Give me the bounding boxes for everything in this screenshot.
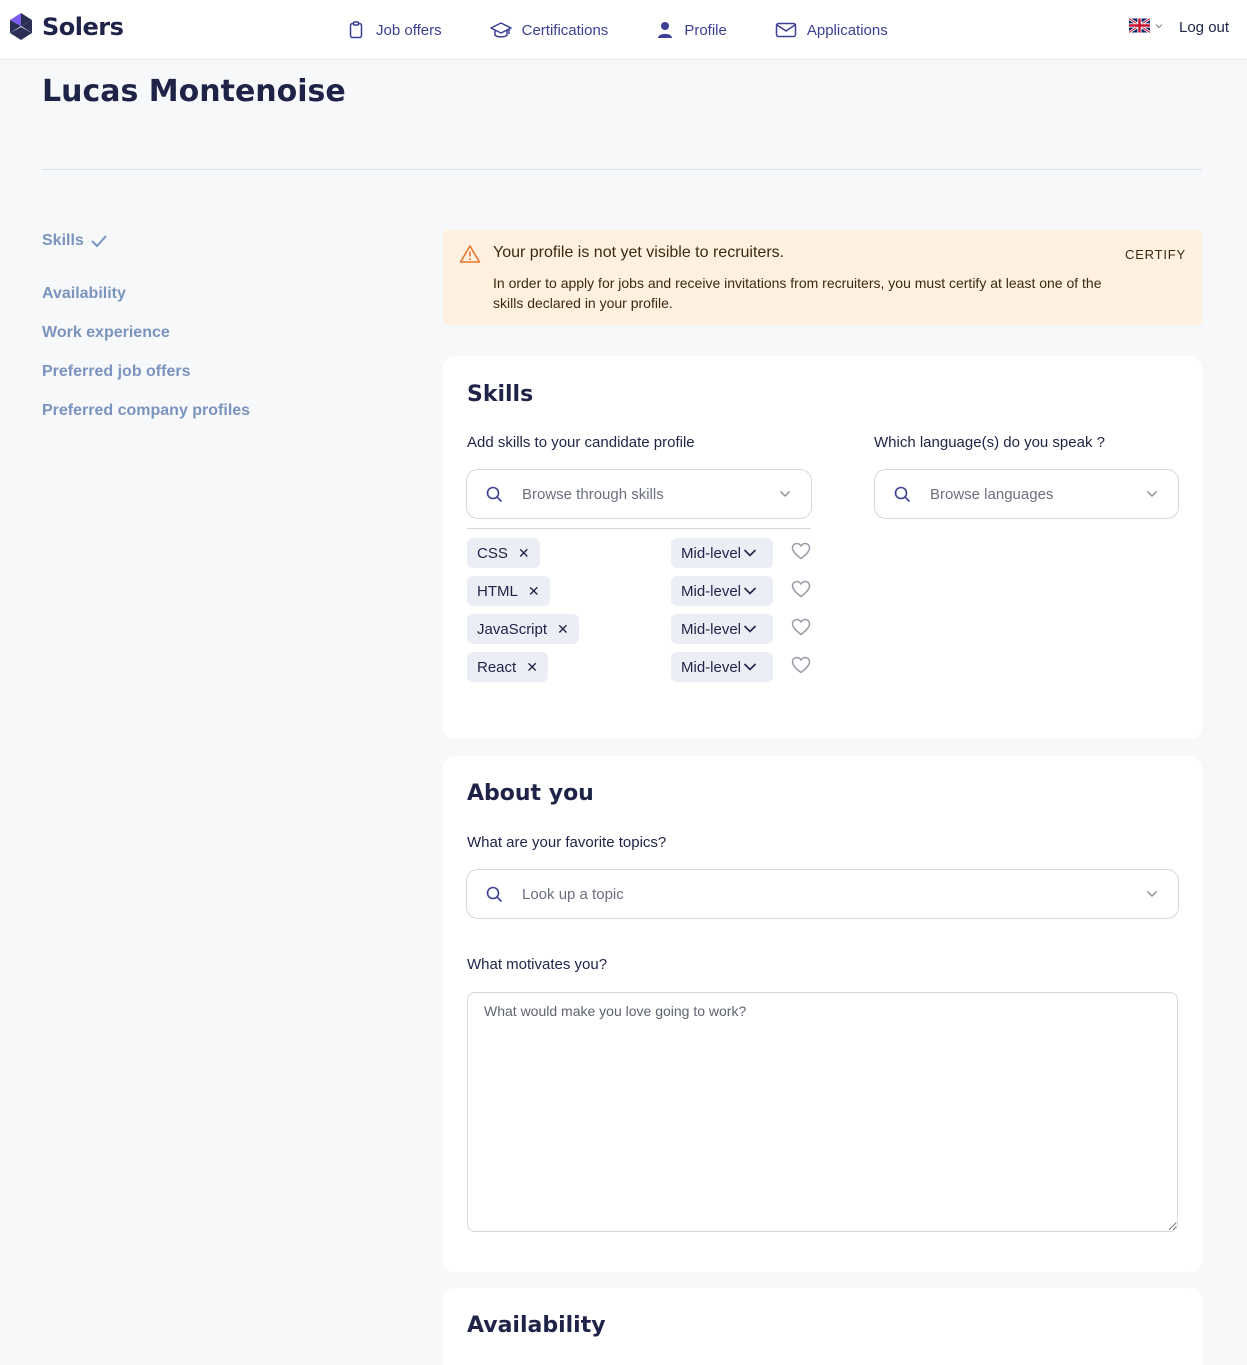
envelope-icon xyxy=(775,22,797,38)
warning-icon xyxy=(459,245,481,263)
sidebar-item-label: Availability xyxy=(42,285,126,302)
heart-icon[interactable] xyxy=(791,580,811,598)
add-skills-label: Add skills to your candidate profile xyxy=(467,434,695,451)
checkmark-icon xyxy=(91,235,107,248)
sidebar-item-label: Skills xyxy=(42,232,84,249)
skills-separator xyxy=(467,528,811,529)
skill-name: HTML xyxy=(477,582,518,600)
sidebar-item-label: Preferred job offers xyxy=(42,363,191,380)
search-icon xyxy=(486,486,503,503)
nav-profile[interactable]: Profile xyxy=(656,20,727,40)
sidebar-item-preferred-company-profiles[interactable]: Preferred company profiles xyxy=(42,386,250,436)
page-title: Lucas Montenoise xyxy=(42,74,346,109)
clipboard-icon xyxy=(349,21,363,39)
skill-level-select[interactable]: Mid-level xyxy=(671,538,773,568)
heart-icon[interactable] xyxy=(791,542,811,560)
skill-row: JavaScript ✕ Mid-level xyxy=(467,614,813,644)
chevron-down-icon xyxy=(1155,23,1163,28)
language-selector[interactable] xyxy=(1129,18,1164,33)
topics-search-select[interactable]: Look up a topic xyxy=(466,869,1179,919)
skill-row: HTML ✕ Mid-level xyxy=(467,576,813,606)
alert-title: Your profile is not yet visible to recru… xyxy=(493,244,785,261)
nav-certifications-label: Certifications xyxy=(521,21,609,39)
remove-skill-icon[interactable]: ✕ xyxy=(526,659,538,676)
graduation-cap-icon xyxy=(489,22,512,38)
nav-profile-label: Profile xyxy=(684,21,727,39)
skill-level-value: Mid-level xyxy=(681,658,742,676)
skills-search-placeholder: Browse through skills xyxy=(522,486,664,503)
skill-level-select[interactable]: Mid-level xyxy=(671,614,773,644)
skill-chip: HTML ✕ xyxy=(467,576,550,606)
solers-logo-icon xyxy=(10,13,32,40)
brand-name: Solers xyxy=(42,13,124,41)
nav-certifications[interactable]: Certifications xyxy=(489,20,609,40)
visibility-warning-alert: Your profile is not yet visible to recru… xyxy=(443,230,1202,325)
skills-search-select[interactable]: Browse through skills xyxy=(466,469,812,519)
nav-applications[interactable]: Applications xyxy=(775,20,888,40)
skill-row: CSS ✕ Mid-level xyxy=(467,538,813,568)
chevron-down-icon xyxy=(780,491,790,497)
main-nav: Job offers Certifications Profile Applic… xyxy=(346,0,888,60)
skill-chip: CSS ✕ xyxy=(467,538,540,568)
skill-row: React ✕ Mid-level xyxy=(467,652,813,682)
heart-icon[interactable] xyxy=(791,656,811,674)
search-icon xyxy=(486,886,503,903)
title-divider xyxy=(42,169,1202,170)
brand-logo[interactable]: Solers xyxy=(8,12,124,42)
alert-message: In order to apply for jobs and receive i… xyxy=(493,275,1102,311)
chevron-down-icon xyxy=(743,625,757,633)
skill-name: CSS xyxy=(477,544,508,562)
user-icon xyxy=(658,22,673,38)
skill-level-value: Mid-level xyxy=(681,544,742,562)
skill-level-value: Mid-level xyxy=(681,620,742,638)
certify-button[interactable]: CERTIFY xyxy=(1125,247,1186,262)
skill-chip: React ✕ xyxy=(467,652,548,682)
topics-search-placeholder: Look up a topic xyxy=(522,886,624,903)
uk-flag-icon xyxy=(1129,18,1150,33)
availability-heading: Availability xyxy=(467,1313,606,1338)
skill-level-value: Mid-level xyxy=(681,582,742,600)
chevron-down-icon xyxy=(1147,891,1157,897)
skill-level-select[interactable]: Mid-level xyxy=(671,576,773,606)
nav-job-offers[interactable]: Job offers xyxy=(346,20,442,40)
languages-label: Which language(s) do you speak ? xyxy=(874,434,1105,451)
motivation-textarea[interactable] xyxy=(467,992,1178,1232)
availability-card: Availability xyxy=(443,1288,1202,1365)
about-you-heading: About you xyxy=(467,781,594,806)
top-navigation-bar: Solers Job offers Certifications Profile xyxy=(0,0,1247,60)
remove-skill-icon[interactable]: ✕ xyxy=(528,583,540,600)
motivation-label: What motivates you? xyxy=(467,956,608,973)
logout-button[interactable]: Log out xyxy=(1179,19,1229,36)
chevron-down-icon xyxy=(1147,491,1157,497)
languages-search-select[interactable]: Browse languages xyxy=(874,469,1179,519)
nav-applications-label: Applications xyxy=(806,21,888,39)
skills-heading: Skills xyxy=(467,382,534,407)
skill-level-select[interactable]: Mid-level xyxy=(671,652,773,682)
languages-search-placeholder: Browse languages xyxy=(930,486,1054,503)
chevron-down-icon xyxy=(743,663,757,671)
sidebar-item-skills[interactable]: Skills xyxy=(42,230,250,252)
about-you-card: About you What are your favorite topics?… xyxy=(443,756,1202,1272)
skill-chip: JavaScript ✕ xyxy=(467,614,579,644)
profile-section-nav: Skills Availability Work experience Pref… xyxy=(42,230,250,436)
skill-name: React xyxy=(477,658,517,676)
remove-skill-icon[interactable]: ✕ xyxy=(557,621,569,638)
skills-card: Skills Add skills to your candidate prof… xyxy=(443,356,1202,739)
sidebar-item-label: Work experience xyxy=(42,324,170,341)
chevron-down-icon xyxy=(743,549,757,557)
skill-name: JavaScript xyxy=(477,620,548,638)
favorite-topics-label: What are your favorite topics? xyxy=(467,834,667,851)
nav-job-offers-label: Job offers xyxy=(376,21,442,39)
heart-icon[interactable] xyxy=(791,618,811,636)
chevron-down-icon xyxy=(743,587,757,595)
sidebar-item-label: Preferred company profiles xyxy=(42,402,251,419)
search-icon xyxy=(894,486,911,503)
remove-skill-icon[interactable]: ✕ xyxy=(518,545,530,562)
